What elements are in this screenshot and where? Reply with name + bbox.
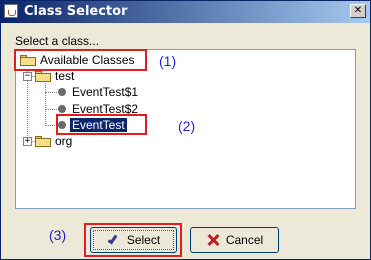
annotation-box-1: [14, 49, 147, 71]
tree-package-org[interactable]: org: [35, 133, 72, 149]
cancel-button[interactable]: Cancel: [190, 227, 279, 253]
prompt-label: Select a class...: [15, 34, 100, 48]
tree-class-eventtest-1[interactable]: EventTest$1: [58, 84, 138, 100]
tree-package-label: org: [55, 134, 73, 148]
window-title: Class Selector: [24, 4, 128, 19]
annotation-box-2: [56, 114, 147, 135]
tree-connector-line: [45, 109, 57, 110]
folder-icon: [35, 135, 51, 147]
annotation-label-3: (3): [49, 227, 67, 243]
cancel-button-label: Cancel: [225, 233, 264, 247]
folder-open-icon: [35, 70, 51, 82]
close-button[interactable]: ✕: [350, 4, 366, 18]
focus-ring: [93, 230, 174, 250]
leaf-node-icon: [58, 105, 66, 113]
tree-connector-line: [45, 92, 57, 93]
java-cup-icon: [4, 4, 18, 18]
tree-package-label: test: [55, 69, 75, 83]
tree-connector-line: [45, 83, 46, 126]
expand-collapse-toggle-org[interactable]: +: [23, 137, 32, 146]
red-x-icon: [206, 233, 220, 247]
title-bar[interactable]: Class Selector ✕: [1, 1, 370, 23]
leaf-node-icon: [58, 88, 66, 96]
annotation-label-1: (1): [159, 53, 177, 69]
annotation-label-2: (2): [178, 118, 196, 134]
class-selector-dialog: Class Selector ✕ Select a class... Avail…: [0, 0, 371, 260]
select-button[interactable]: Select: [90, 227, 177, 253]
tree-class-label: EventTest$1: [72, 85, 139, 99]
checkmark-icon: [107, 233, 121, 247]
expand-collapse-toggle-test[interactable]: −: [23, 72, 32, 81]
